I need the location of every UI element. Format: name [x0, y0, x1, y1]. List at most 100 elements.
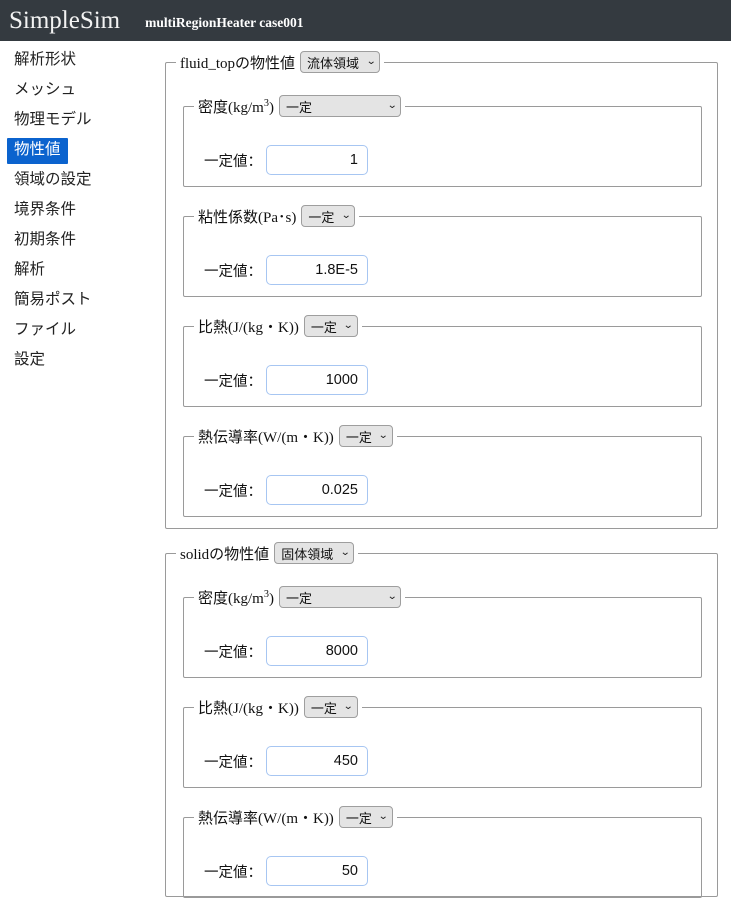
value-row-1-1: 一定値：: [204, 746, 368, 776]
property-legend-1-2: 熱伝導率(W/(m・K)) 一定 ⌄: [194, 806, 397, 828]
value-row-1-0: 一定値：: [204, 636, 368, 666]
value-label: 一定値：: [204, 483, 262, 500]
property-fieldset-1-0: 密度(kg/m3) 一定 ⌄ 一定値：: [183, 586, 702, 678]
chevron-down-icon: ⌄: [386, 100, 397, 111]
value-label: 一定値：: [204, 263, 262, 280]
property-mode-select-1-1-value: 一定: [310, 700, 337, 716]
chevron-down-icon: ⌄: [340, 210, 352, 221]
property-legend-text-0-1: 粘性係数(Pa･s): [198, 206, 296, 227]
region-fieldset-0: fluid_topの物性値流体領域⌄密度(kg/m3)一定⌄一定値：粘性係数(P…: [165, 51, 718, 529]
sidebar-item-3[interactable]: 物性値: [7, 138, 68, 164]
case-title: multiRegionHeater case001: [145, 14, 304, 30]
property-name: 比熱(J/(kg・K)): [198, 700, 299, 717]
property-mode-select-1-0[interactable]: 一定 ⌄: [278, 586, 401, 608]
property-mode-select-1-1[interactable]: 一定 ⌄: [303, 696, 358, 718]
sidebar-nav: 解析形状メッシュ物理モデル物性値領域の設定境界条件初期条件解析簡易ポストファイル…: [0, 41, 150, 914]
constant-value-input-0-2[interactable]: [266, 365, 368, 395]
property-name: 密度(kg/m: [198, 99, 264, 116]
value-label: 一定値：: [204, 644, 262, 661]
region-legend-text-1: solidの物性値: [180, 546, 270, 563]
sidebar-item-7[interactable]: 解析: [7, 258, 52, 284]
property-mode-select-0-1[interactable]: 一定 ⌄: [301, 205, 356, 227]
constant-value-input-0-0[interactable]: [266, 145, 368, 175]
sidebar-item-2[interactable]: 物理モデル: [7, 108, 99, 134]
property-name: 熱伝導率(W/(m・K)): [198, 810, 334, 827]
constant-value-input-1-1[interactable]: [266, 746, 368, 776]
property-mode-select-1-2-value: 一定: [345, 810, 372, 826]
app-brand: SimpleSim: [9, 7, 121, 34]
property-legend-0-0: 密度(kg/m3) 一定 ⌄: [194, 95, 405, 117]
region-legend-text-0: fluid_topの物性値: [180, 55, 295, 72]
property-name: 熱伝導率(W/(m・K)): [198, 429, 334, 446]
constant-value-input-0-3[interactable]: [266, 475, 368, 505]
region-legend-1: solidの物性値 固体領域 ⌄: [176, 542, 358, 564]
region-type-select-0[interactable]: 流体領域 ⌄: [300, 51, 380, 73]
chevron-down-icon: ⌄: [386, 591, 397, 602]
property-mode-select-0-0[interactable]: 一定 ⌄: [278, 95, 401, 117]
property-fieldset-0-1: 粘性係数(Pa･s) 一定 ⌄ 一定値：: [183, 205, 702, 297]
sidebar-item-5[interactable]: 境界条件: [7, 198, 83, 224]
region-type-select-1-value: 固体領域: [281, 546, 334, 562]
property-legend-text-1-1: 比熱(J/(kg・K)): [198, 697, 299, 718]
constant-value-input-1-2[interactable]: [266, 856, 368, 886]
property-legend-1-0: 密度(kg/m3) 一定 ⌄: [194, 586, 405, 608]
property-name: 粘性係数(Pa･s): [198, 209, 297, 226]
property-mode-select-0-3-value: 一定: [345, 429, 372, 445]
property-mode-select-0-2[interactable]: 一定 ⌄: [303, 315, 358, 337]
chevron-down-icon: ⌄: [378, 430, 389, 441]
property-mode-select-1-0-value: 一定: [285, 590, 312, 606]
sidebar-item-8[interactable]: 簡易ポスト: [7, 288, 99, 314]
property-legend-text-0-2: 比熱(J/(kg・K)): [198, 316, 299, 337]
app-header: SimpleSim multiRegionHeater case001: [0, 0, 731, 41]
region-type-select-0-value: 流体領域: [307, 55, 360, 71]
region-legend-0: fluid_topの物性値 流体領域 ⌄: [176, 51, 384, 73]
value-row-0-2: 一定値：: [204, 365, 368, 395]
property-fieldset-0-0: 密度(kg/m3) 一定 ⌄ 一定値：: [183, 95, 702, 187]
property-mode-select-0-2-value: 一定: [310, 319, 337, 335]
value-label: 一定値：: [204, 153, 262, 170]
chevron-down-icon: ⌄: [343, 320, 354, 331]
property-legend-text-1-0: 密度(kg/m3): [198, 587, 274, 608]
sidebar-item-4[interactable]: 領域の設定: [7, 168, 99, 194]
property-legend-text-0-0: 密度(kg/m3): [198, 96, 274, 117]
property-name: 比熱(J/(kg・K)): [198, 319, 299, 336]
property-name: 密度(kg/m: [198, 590, 264, 607]
app-root: SimpleSim multiRegionHeater case001 解析形状…: [0, 0, 731, 914]
value-label: 一定値：: [204, 864, 262, 881]
value-row-1-2: 一定値：: [204, 856, 368, 886]
main-content: fluid_topの物性値流体領域⌄密度(kg/m3)一定⌄一定値：粘性係数(P…: [150, 41, 731, 914]
property-legend-0-3: 熱伝導率(W/(m・K)) 一定 ⌄: [194, 425, 397, 447]
property-legend-1-1: 比熱(J/(kg・K)) 一定 ⌄: [194, 696, 362, 718]
property-legend-text-1-2: 熱伝導率(W/(m・K)): [198, 807, 334, 828]
value-row-0-1: 一定値：: [204, 255, 368, 285]
sidebar-item-0[interactable]: 解析形状: [7, 48, 83, 74]
property-unit-tail: ): [268, 99, 274, 116]
property-legend-0-2: 比熱(J/(kg・K)) 一定 ⌄: [194, 315, 362, 337]
property-legend-0-1: 粘性係数(Pa･s) 一定 ⌄: [194, 205, 359, 227]
chevron-down-icon: ⌄: [343, 701, 354, 712]
value-label: 一定値：: [204, 373, 262, 390]
property-fieldset-0-3: 熱伝導率(W/(m・K)) 一定 ⌄ 一定値：: [183, 425, 702, 517]
value-row-0-0: 一定値：: [204, 145, 368, 175]
property-mode-select-0-1-value: 一定: [308, 209, 335, 225]
property-mode-select-0-0-value: 一定: [285, 99, 312, 115]
property-fieldset-0-2: 比熱(J/(kg・K)) 一定 ⌄ 一定値：: [183, 315, 702, 407]
value-row-0-3: 一定値：: [204, 475, 368, 505]
value-label: 一定値：: [204, 754, 262, 771]
property-unit-tail: ): [268, 590, 274, 607]
sidebar-item-10[interactable]: 設定: [7, 348, 52, 374]
constant-value-input-1-0[interactable]: [266, 636, 368, 666]
region-type-select-1[interactable]: 固体領域 ⌄: [274, 542, 355, 564]
chevron-down-icon: ⌄: [339, 547, 351, 558]
sidebar-item-1[interactable]: メッシュ: [7, 78, 83, 104]
region-fieldset-1: solidの物性値固体領域 ⌄ 密度(kg/m3) 一定 ⌄ 一定値： 比熱(J/(kg・K…: [165, 542, 718, 898]
property-fieldset-1-2: 熱伝導率(W/(m・K)) 一定 ⌄ 一定値：: [183, 806, 702, 898]
property-mode-select-1-2[interactable]: 一定 ⌄: [338, 806, 393, 828]
chevron-down-icon: ⌄: [378, 811, 389, 822]
chevron-down-icon: ⌄: [365, 56, 377, 67]
sidebar-item-9[interactable]: ファイル: [7, 318, 83, 344]
constant-value-input-0-1[interactable]: [266, 255, 368, 285]
property-mode-select-0-3[interactable]: 一定 ⌄: [338, 425, 393, 447]
sidebar-item-6[interactable]: 初期条件: [7, 228, 83, 254]
property-legend-text-0-3: 熱伝導率(W/(m・K)): [198, 426, 334, 447]
